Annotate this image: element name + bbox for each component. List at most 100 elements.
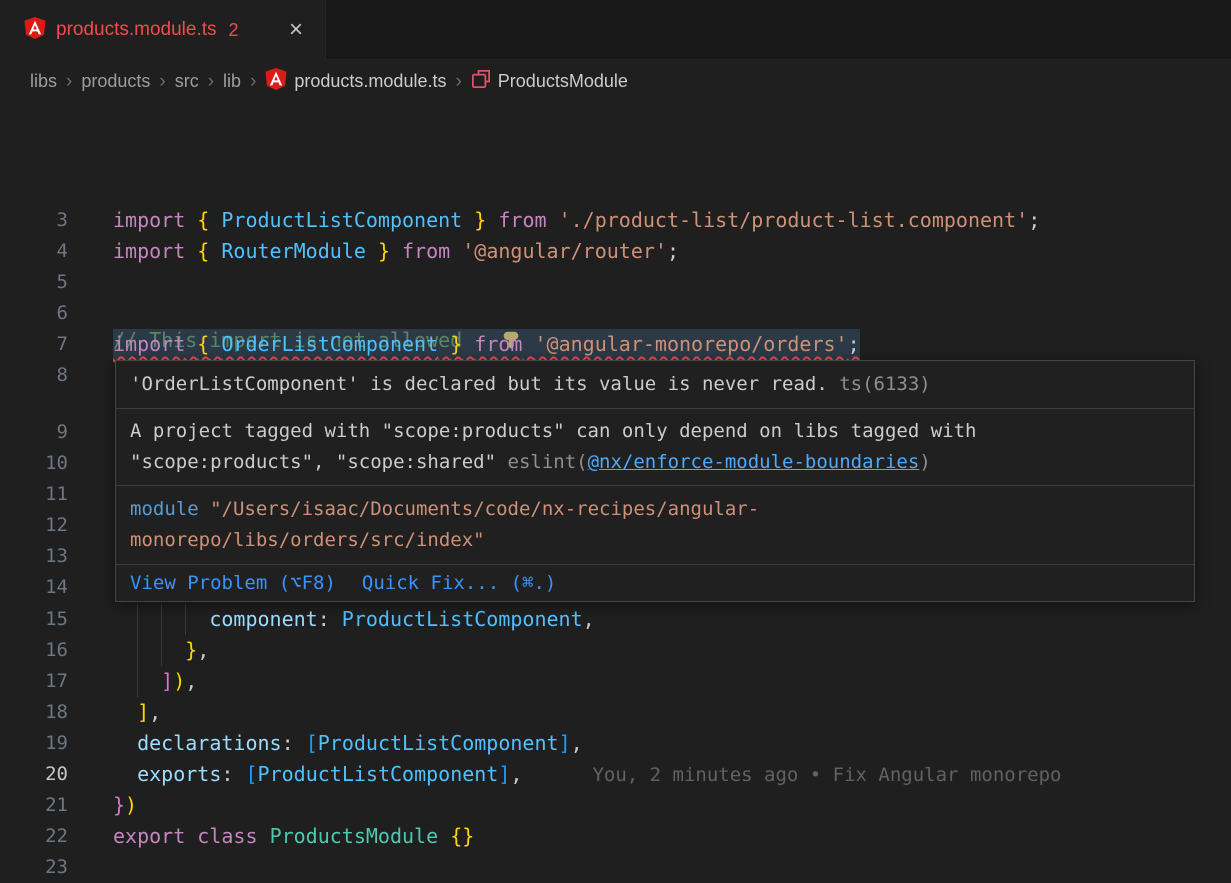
line-number[interactable]: 13 xyxy=(0,541,68,572)
breadcrumb-separator: › xyxy=(159,71,165,93)
line-number[interactable]: 20 xyxy=(0,759,68,790)
code-line[interactable]: 6// This import is not allowed xyxy=(0,298,1231,329)
code-token xyxy=(113,762,137,786)
breadcrumb-item-src[interactable]: src xyxy=(175,71,199,92)
module-keyword: module xyxy=(130,498,199,520)
code-token: , xyxy=(510,762,522,786)
code-token xyxy=(185,332,197,356)
code-line[interactable]: 3 import { ProductListComponent } from '.… xyxy=(0,205,1231,236)
breadcrumb-item-libs[interactable]: libs xyxy=(30,71,57,92)
breadcrumb-item-products[interactable]: products xyxy=(81,71,150,92)
code-line[interactable]: 4 import { RouterModule } from '@angular/… xyxy=(0,236,1231,267)
code-line-content[interactable]: }, xyxy=(113,635,209,666)
breadcrumb-separator: › xyxy=(455,71,461,93)
angular-icon xyxy=(24,17,46,39)
diagnostic-eslint-source-prefix: eslint( xyxy=(508,451,588,473)
code-token xyxy=(366,239,378,263)
quick-fix-button[interactable]: Quick Fix... (⌘.) xyxy=(362,572,556,594)
line-number[interactable]: 9 xyxy=(0,417,68,448)
code-line[interactable]: 20 exports: [ProductListComponent],You, … xyxy=(0,759,1231,790)
code-token xyxy=(390,239,402,263)
code-line[interactable]: 18 ], xyxy=(0,697,1231,728)
code-token: , xyxy=(583,607,595,631)
code-token: {} xyxy=(450,824,474,848)
code-line[interactable]: 5 xyxy=(0,267,1231,298)
code-line-content[interactable]: export class ProductsModule {} xyxy=(113,821,474,852)
line-number[interactable]: 6 xyxy=(0,298,68,329)
line-number[interactable]: 18 xyxy=(0,697,68,728)
code-line[interactable]: 22 export class ProductsModule {} xyxy=(0,821,1231,852)
code-token: ProductListComponent xyxy=(342,607,583,631)
breadcrumb-item-lib[interactable]: lib xyxy=(223,71,241,92)
line-number[interactable]: 7 xyxy=(0,329,68,360)
code-line-content[interactable]: }) xyxy=(113,790,137,821)
code-token: ; xyxy=(1028,208,1040,232)
line-number[interactable]: 11 xyxy=(0,479,68,510)
code-token: import xyxy=(113,239,185,263)
code-line[interactable]: 21}) xyxy=(0,790,1231,821)
breadcrumb-item-symbol[interactable]: ProductsModule xyxy=(471,69,628,94)
tab-problems-badge: 2 xyxy=(229,20,239,41)
code-token: { xyxy=(197,239,209,263)
code-token: [ xyxy=(245,762,257,786)
code-line-content[interactable]: import { RouterModule } from '@angular/r… xyxy=(113,236,679,267)
line-number[interactable]: 21 xyxy=(0,790,68,821)
line-number[interactable]: 16 xyxy=(0,635,68,666)
code-editor[interactable]: 3 import { ProductListComponent } from '.… xyxy=(0,102,1231,780)
code-token xyxy=(522,332,534,356)
line-number[interactable]: 5 xyxy=(0,267,68,298)
angular-file-icon xyxy=(24,17,46,44)
module-path-line2: monorepo/libs/orders/src/index" xyxy=(130,529,485,551)
code-line[interactable]: 17 ]), xyxy=(0,666,1231,697)
tab-bar: products.module.ts 2 × xyxy=(0,0,1231,60)
module-info-row: module "/Users/isaac/Documents/code/nx-r… xyxy=(116,486,1194,564)
code-token: import xyxy=(113,208,185,232)
code-token xyxy=(113,700,137,724)
module-path-line1: "/Users/isaac/Documents/code/nx-recipes/… xyxy=(210,498,759,520)
line-number[interactable]: 14 xyxy=(0,572,68,603)
tab-close-button[interactable]: × xyxy=(283,18,309,42)
tab-products-module[interactable]: products.module.ts 2 × xyxy=(0,0,326,60)
line-number[interactable]: 10 xyxy=(0,448,68,479)
line-number[interactable]: 22 xyxy=(0,821,68,852)
code-token: from xyxy=(474,332,522,356)
code-line[interactable]: 16 }, xyxy=(0,635,1231,666)
code-token xyxy=(462,332,474,356)
code-line-content[interactable]: ], xyxy=(113,697,161,728)
line-number[interactable]: 4 xyxy=(0,236,68,267)
line-number[interactable]: 17 xyxy=(0,666,68,697)
code-line-content[interactable]: component: ProductListComponent, xyxy=(113,604,595,635)
code-token xyxy=(462,208,474,232)
line-number[interactable]: 23 xyxy=(0,852,68,883)
code-token xyxy=(438,824,450,848)
line-number[interactable]: 12 xyxy=(0,510,68,541)
view-problem-button[interactable]: View Problem (⌥F8) xyxy=(130,572,336,594)
code-line[interactable]: 23 xyxy=(0,852,1231,883)
line-number[interactable]: 15 xyxy=(0,604,68,635)
code-line-content[interactable]: ]), xyxy=(113,666,197,697)
tab-title: products.module.ts xyxy=(56,19,217,41)
breadcrumb-separator: › xyxy=(250,71,256,93)
code-line[interactable]: 7 import { OrderListComponent } from '@an… xyxy=(0,329,1231,360)
line-number[interactable]: 3 xyxy=(0,205,68,236)
diagnostic-ts-row: 'OrderListComponent' is declared but its… xyxy=(116,361,1194,408)
code-line-content[interactable]: import { ProductListComponent } from './… xyxy=(113,205,1040,236)
code-token: [ xyxy=(306,731,318,755)
code-token: from xyxy=(402,239,450,263)
eslint-rule-link[interactable]: @nx/enforce-module-boundaries xyxy=(588,451,920,473)
code-line[interactable]: 19 declarations: [ProductListComponent], xyxy=(0,728,1231,759)
line-number[interactable]: 19 xyxy=(0,728,68,759)
code-token: import xyxy=(113,332,185,356)
code-line-content[interactable]: import { OrderListComponent } from '@ang… xyxy=(113,329,860,360)
code-line-content[interactable]: declarations: [ProductListComponent], xyxy=(113,728,583,759)
code-token: '@angular-monorepo/orders' xyxy=(535,332,848,356)
breadcrumb-item-file[interactable]: products.module.ts xyxy=(265,68,446,95)
code-token: ] xyxy=(559,731,571,755)
code-token: ) xyxy=(125,793,137,817)
line-number[interactable]: 8 xyxy=(0,360,68,391)
diagnostic-eslint-source-suffix: ) xyxy=(919,451,930,473)
popup-actions-bar: View Problem (⌥F8) Quick Fix... (⌘.) xyxy=(116,565,1194,601)
code-line[interactable]: 15 component: ProductListComponent, xyxy=(0,604,1231,635)
code-token: : xyxy=(282,731,306,755)
code-line-content[interactable]: exports: [ProductListComponent],You, 2 m… xyxy=(113,759,1061,791)
